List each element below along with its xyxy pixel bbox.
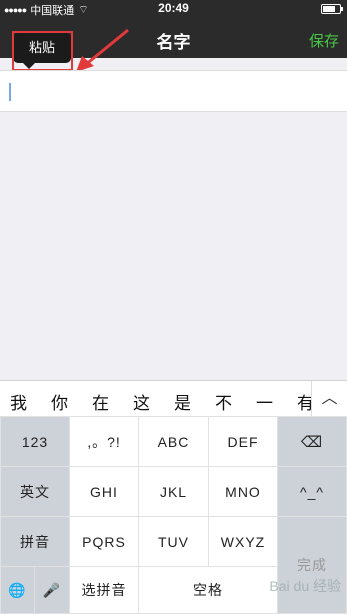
candidate-word[interactable]: 一 — [256, 389, 273, 414]
backspace-icon[interactable]: ⌫ — [277, 416, 347, 467]
key-pinyin[interactable]: 拼音 — [0, 516, 70, 567]
key-punctuation[interactable]: ,。?! — [69, 416, 139, 467]
key-jkl[interactable]: JKL — [138, 466, 209, 517]
microphone-icon[interactable]: 🎤 — [34, 566, 70, 614]
key-select-pinyin[interactable]: 选拼音 — [69, 566, 139, 614]
baidu-watermark: Bai du 经验 — [269, 578, 341, 594]
key-english[interactable]: 英文 — [0, 466, 70, 517]
expand-candidates-button[interactable]: ︿ — [311, 381, 347, 417]
candidate-word[interactable]: 你 — [51, 389, 68, 414]
done-key[interactable]: 完成 — [277, 516, 347, 614]
key-ghi[interactable]: GHI — [69, 466, 139, 517]
status-time: 20:49 — [158, 1, 189, 15]
key-tuv[interactable]: TUV — [138, 516, 209, 567]
key-pqrs[interactable]: PQRS — [69, 516, 139, 567]
key-abc[interactable]: ABC — [138, 416, 209, 467]
key-wxyz[interactable]: WXYZ — [208, 516, 278, 567]
emoticon-key[interactable]: ^_^ — [277, 466, 347, 517]
candidate-word[interactable]: 是 — [174, 389, 191, 414]
backspace-glyph: ⌫ — [300, 433, 324, 451]
key-mno[interactable]: MNO — [208, 466, 278, 517]
annotation-arrow-icon — [76, 28, 129, 72]
battery-icon — [321, 4, 343, 14]
space-key[interactable]: 空格 — [138, 566, 278, 614]
candidate-bar: 我 你 在 这 是 不 一 有 ︿ — [0, 380, 347, 417]
candidate-word[interactable]: 这 — [133, 389, 150, 414]
status-bar: ●●●●● 中国联通 ⌔ 20:49 — [0, 0, 347, 18]
candidate-word[interactable]: 不 — [215, 389, 232, 414]
globe-icon[interactable]: 🌐 — [0, 566, 35, 614]
candidate-word[interactable]: 在 — [92, 389, 109, 414]
text-cursor — [9, 83, 11, 101]
key-def[interactable]: DEF — [208, 416, 278, 467]
paste-button[interactable]: 粘贴 — [13, 33, 71, 69]
candidate-word[interactable]: 我 — [10, 389, 27, 414]
content-area — [0, 113, 347, 351]
key-123[interactable]: 123 — [0, 416, 70, 467]
save-button[interactable]: 保存 — [309, 30, 339, 51]
name-input[interactable] — [0, 70, 347, 112]
